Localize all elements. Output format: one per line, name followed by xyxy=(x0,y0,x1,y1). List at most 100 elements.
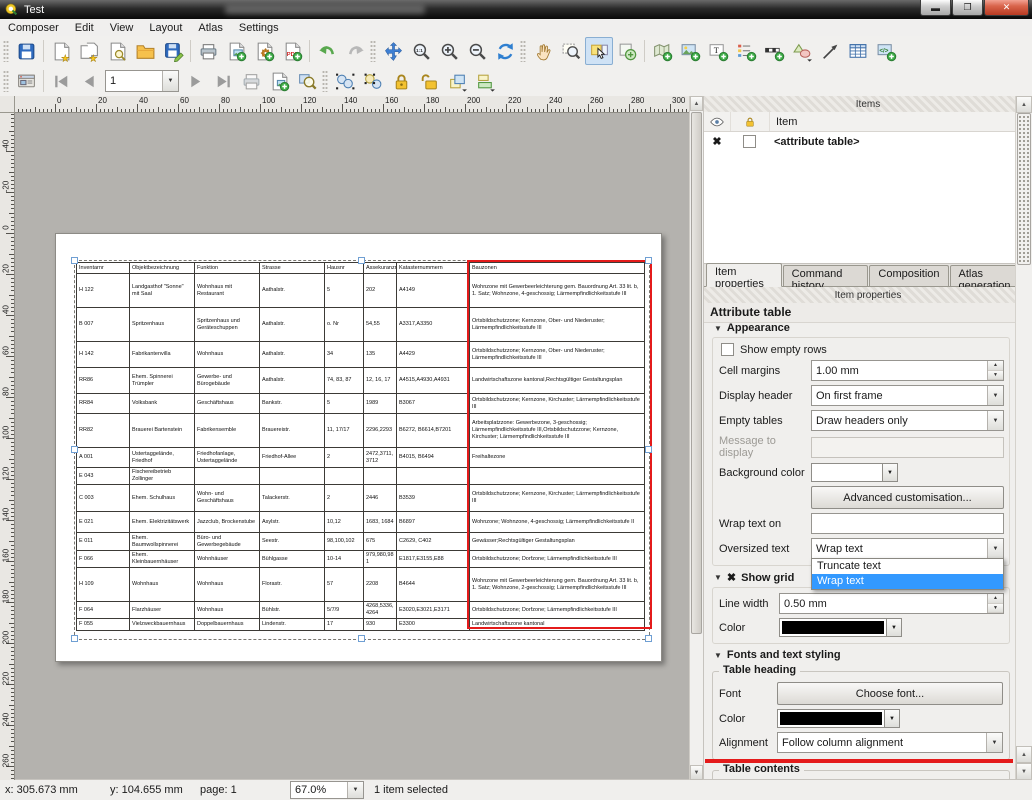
section-appearance[interactable]: ▼ Appearance xyxy=(714,323,1010,334)
selection-handle[interactable] xyxy=(645,257,652,264)
attribute-table-item[interactable]: InventarnrObjektbezeichnungFunktionStras… xyxy=(75,261,649,639)
toolbar-button-add-scalebar[interactable] xyxy=(760,37,788,65)
item-visible-checkbox[interactable]: ✖ xyxy=(704,135,730,148)
toolbar-button-add-map[interactable] xyxy=(648,37,676,65)
grid-color-swatch[interactable] xyxy=(779,618,887,637)
toolbar-button-preview-atlas[interactable] xyxy=(12,67,40,95)
toolbar-button-align-items[interactable] xyxy=(471,67,499,95)
toolbar-button-new-composition[interactable]: ★ xyxy=(47,37,75,65)
selection-handle[interactable] xyxy=(71,446,78,453)
toolbar-button-zoom-actual[interactable]: 1:1 xyxy=(407,37,435,65)
toolbar-button-redo[interactable] xyxy=(341,37,369,65)
toolbar-button-save-project[interactable] xyxy=(12,37,40,65)
chevron-down-icon[interactable]: ▼ xyxy=(885,709,900,728)
toolbar-button-composer-manager[interactable] xyxy=(103,37,131,65)
scroll-down-icon[interactable]: ▼ xyxy=(690,765,703,780)
show-empty-rows-checkbox[interactable] xyxy=(721,343,734,356)
menu-atlas[interactable]: Atlas xyxy=(190,21,230,35)
selection-handle[interactable] xyxy=(358,635,365,642)
toolbar-button-refresh[interactable] xyxy=(491,37,519,65)
atlas-feature-combobox[interactable]: 1▼ xyxy=(105,70,179,92)
minimize-button[interactable]: ▬ xyxy=(920,0,951,16)
items-row-attribute-table[interactable]: ✖ <attribute table> xyxy=(704,132,1032,151)
toolbar-grip[interactable] xyxy=(370,40,376,62)
toolbar-grip[interactable] xyxy=(322,70,328,92)
toolbar-grip[interactable] xyxy=(520,40,526,62)
zoom-level-combobox[interactable]: 67.0% ▼ xyxy=(290,781,364,799)
toolbar-button-previous-feature[interactable] xyxy=(75,67,103,95)
menu-composer[interactable]: Composer xyxy=(0,21,67,35)
oversized-text-combobox[interactable]: Wrap text ▼ xyxy=(811,538,1004,559)
tab-composition[interactable]: Composition xyxy=(869,265,948,286)
dropdown-option[interactable]: Wrap text xyxy=(812,574,1003,589)
toolbar-button-move-item-content[interactable] xyxy=(613,37,641,65)
display-header-combobox[interactable]: On first frame ▼ xyxy=(811,385,1004,406)
toolbar-button-pan[interactable] xyxy=(529,37,557,65)
toolbar-button-print-atlas[interactable] xyxy=(237,67,265,95)
toolbar-button-add-legend[interactable] xyxy=(732,37,760,65)
toolbar-button-select-move-item[interactable] xyxy=(585,37,613,65)
scroll-up-icon[interactable]: ▲ xyxy=(1016,746,1032,763)
dropdown-option[interactable]: Truncate text xyxy=(812,559,1003,574)
scroll-up-icon[interactable]: ▲ xyxy=(690,96,703,111)
toolbar-button-add-shape[interactable] xyxy=(788,37,816,65)
item-lock-checkbox[interactable] xyxy=(743,135,756,148)
composition-page[interactable]: InventarnrObjektbezeichnungFunktionStras… xyxy=(55,233,662,662)
menu-settings[interactable]: Settings xyxy=(231,21,287,35)
chevron-down-icon[interactable]: ▼ xyxy=(162,71,178,91)
show-grid-checkbox[interactable]: ✖ xyxy=(727,571,736,584)
toolbar-button-group-items[interactable] xyxy=(331,67,359,95)
empty-tables-combobox[interactable]: Draw headers only ▼ xyxy=(811,410,1004,431)
cell-margins-spinbox[interactable]: 1.00 mm ▲▼ xyxy=(811,360,1004,381)
tab-item-properties[interactable]: Item properties xyxy=(706,263,782,287)
close-button[interactable]: ✕ xyxy=(984,0,1029,16)
toolbar-button-duplicate-composition[interactable]: ★ xyxy=(75,37,103,65)
toolbar-button-zoom-out[interactable] xyxy=(463,37,491,65)
properties-scrollbar[interactable]: ▲ ▲ ▼ xyxy=(1015,96,1032,780)
heading-choose-font-button[interactable]: Choose font... xyxy=(777,682,1003,705)
menu-layout[interactable]: Layout xyxy=(141,21,190,35)
chevron-down-icon[interactable]: ▼ xyxy=(987,386,1003,405)
toolbar-button-next-feature[interactable] xyxy=(181,67,209,95)
menu-view[interactable]: View xyxy=(102,21,142,35)
toolbar-grip[interactable] xyxy=(3,70,9,92)
toolbar-button-atlas-settings[interactable] xyxy=(293,67,321,95)
toolbar-button-export-pdf[interactable]: PDF xyxy=(278,37,306,65)
toolbar-button-add-label[interactable]: T xyxy=(704,37,732,65)
tab-command-history[interactable]: Command history xyxy=(783,265,869,286)
toolbar-button-add-attribute-table[interactable] xyxy=(844,37,872,65)
selection-handle[interactable] xyxy=(358,257,365,264)
toolbar-button-raise-items[interactable] xyxy=(443,67,471,95)
canvas-scroll-thumb[interactable] xyxy=(691,112,702,634)
canvas-vertical-scrollbar[interactable]: ▲ ▼ xyxy=(689,96,703,780)
line-width-spinbox[interactable]: 0.50 mm ▲▼ xyxy=(779,593,1004,614)
scroll-up-icon[interactable]: ▲ xyxy=(1016,96,1032,113)
toolbar-button-add-image[interactable] xyxy=(676,37,704,65)
toolbar-button-ungroup-items[interactable] xyxy=(359,67,387,95)
maximize-button[interactable]: ❐ xyxy=(952,0,983,16)
canvas-viewport[interactable]: InventarnrObjektbezeichnungFunktionStras… xyxy=(14,112,690,780)
toolbar-grip[interactable] xyxy=(3,40,9,62)
toolbar-button-lock-items[interactable] xyxy=(387,67,415,95)
advanced-customisation-button[interactable]: Advanced customisation... xyxy=(811,486,1004,509)
toolbar-button-export-svg[interactable] xyxy=(250,37,278,65)
toolbar-button-first-feature[interactable] xyxy=(47,67,75,95)
spin-arrows-icon[interactable]: ▲▼ xyxy=(987,594,1003,613)
background-color-swatch[interactable] xyxy=(811,463,883,482)
toolbar-button-print[interactable] xyxy=(194,37,222,65)
selection-handle[interactable] xyxy=(645,446,652,453)
toolbar-button-export-image[interactable] xyxy=(222,37,250,65)
selection-handle[interactable] xyxy=(645,635,652,642)
toolbar-button-zoom-full[interactable] xyxy=(379,37,407,65)
properties-scroll-thumb[interactable] xyxy=(1017,113,1031,265)
toolbar-button-zoom-region[interactable] xyxy=(557,37,585,65)
scroll-down-icon[interactable]: ▼ xyxy=(1016,763,1032,780)
toolbar-button-undo[interactable] xyxy=(313,37,341,65)
toolbar-button-export-atlas[interactable] xyxy=(265,67,293,95)
wrap-text-on-input[interactable] xyxy=(811,513,1004,534)
heading-alignment-combobox[interactable]: Follow column alignment ▼ xyxy=(777,732,1003,753)
toolbar-button-zoom-in[interactable] xyxy=(435,37,463,65)
chevron-down-icon[interactable]: ▼ xyxy=(883,463,898,482)
selection-handle[interactable] xyxy=(71,635,78,642)
chevron-down-icon[interactable]: ▼ xyxy=(987,411,1003,430)
